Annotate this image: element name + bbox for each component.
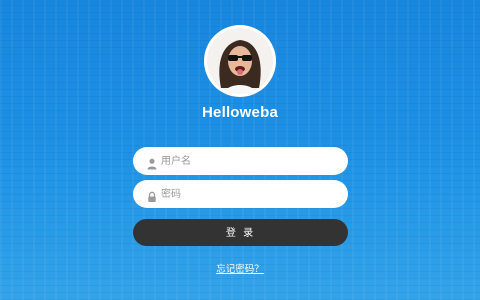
user-icon [146, 155, 158, 170]
profile-username: Helloweba [202, 104, 278, 121]
forgot-password-link[interactable]: 忘记密码？ [216, 264, 264, 275]
password-input[interactable] [161, 180, 341, 208]
lock-icon [146, 188, 158, 202]
password-field[interactable] [133, 180, 348, 208]
username-input[interactable] [161, 147, 341, 175]
avatar-image [207, 28, 273, 94]
login-button[interactable]: 登 录 [133, 219, 348, 246]
username-field[interactable] [133, 147, 348, 175]
avatar [207, 28, 273, 94]
forgot-password: 忘记密码？ [0, 261, 480, 275]
